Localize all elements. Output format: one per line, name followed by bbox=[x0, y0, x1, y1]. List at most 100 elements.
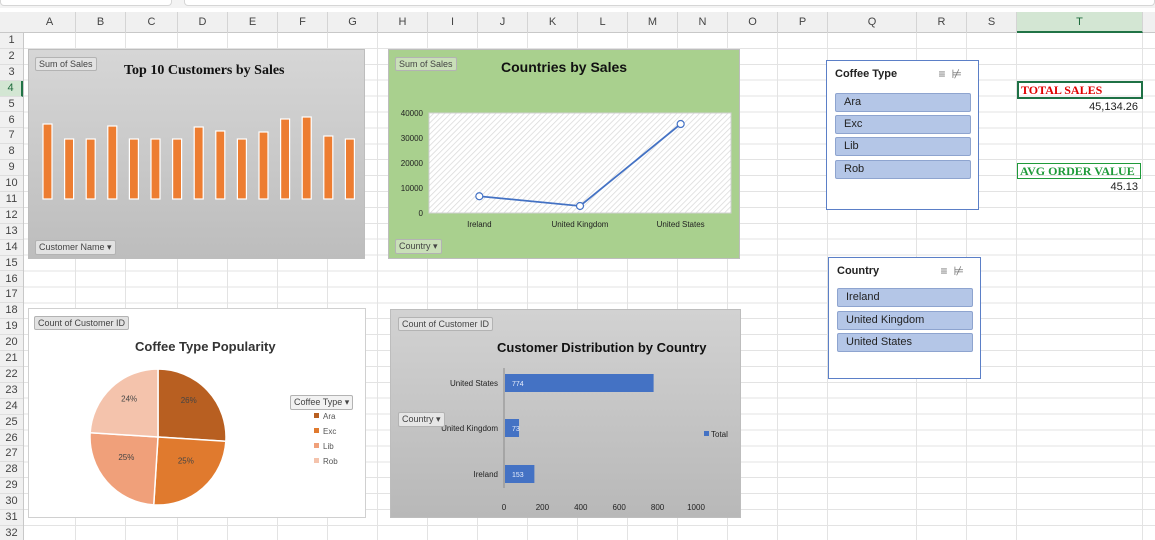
column-header-s[interactable]: S bbox=[967, 12, 1017, 33]
row-header-1[interactable]: 1 bbox=[0, 33, 23, 49]
row-header-5[interactable]: 5 bbox=[0, 97, 23, 113]
row-header-20[interactable]: 20 bbox=[0, 335, 23, 351]
countries-sales-chart[interactable]: 0 10000 20000 30000 40000 Ireland United Kingd… bbox=[388, 49, 740, 259]
row-header-3[interactable]: 3 bbox=[0, 65, 23, 81]
row-header-30[interactable]: 30 bbox=[0, 494, 23, 510]
row-header-29[interactable]: 29 bbox=[0, 478, 23, 495]
count-customer-id-field-button[interactable]: Count of Customer ID bbox=[34, 316, 130, 330]
customer-sales-bar bbox=[215, 130, 226, 200]
row-header-32[interactable]: 32 bbox=[0, 526, 23, 540]
avg-order-value-label[interactable]: AVG ORDER VALUE bbox=[1017, 163, 1141, 179]
column-header-g[interactable]: G bbox=[328, 12, 378, 33]
count-customer-id-field-button[interactable]: Count of Customer ID bbox=[398, 317, 494, 331]
row-header-16[interactable]: 16 bbox=[0, 272, 23, 288]
row-header-2[interactable]: 2 bbox=[0, 49, 23, 65]
row-header-15[interactable]: 15 bbox=[0, 256, 23, 272]
chart-title: Customer Distribution by Country bbox=[497, 340, 707, 355]
y-tick-label: 40000 bbox=[401, 109, 424, 118]
slicer-item-united-kingdom[interactable]: United Kingdom bbox=[837, 311, 973, 330]
slicer-item-ara[interactable]: Ara bbox=[835, 93, 971, 112]
multi-select-icon[interactable]: ≡ bbox=[939, 67, 952, 81]
customer-sales-bar bbox=[150, 138, 161, 200]
field-label: Customer Name bbox=[39, 242, 105, 252]
row-header-13[interactable]: 13 bbox=[0, 224, 23, 240]
row-header-10[interactable]: 10 bbox=[0, 176, 23, 192]
column-header-q[interactable]: Q bbox=[828, 12, 917, 33]
column-header-l[interactable]: L bbox=[578, 12, 628, 33]
row-header-9[interactable]: 9 bbox=[0, 160, 23, 177]
column-header-h[interactable]: H bbox=[378, 12, 428, 33]
country-slicer[interactable]: Country ≡⊭ Ireland United Kingdom United… bbox=[828, 257, 981, 379]
column-header-j[interactable]: J bbox=[478, 12, 528, 33]
column-header-e[interactable]: E bbox=[228, 12, 278, 33]
column-header-f[interactable]: F bbox=[278, 12, 328, 33]
row-header-11[interactable]: 11 bbox=[0, 192, 23, 208]
sales-point bbox=[575, 201, 585, 211]
top-customers-plot bbox=[42, 116, 355, 200]
slicer-item-united-states[interactable]: United States bbox=[837, 333, 973, 352]
column-header-d[interactable]: D bbox=[178, 12, 228, 33]
row-header-17[interactable]: 17 bbox=[0, 287, 23, 304]
customer-name-field-button[interactable]: Customer Name ▾ bbox=[35, 240, 116, 255]
dropdown-icon: ▾ bbox=[433, 241, 438, 251]
clear-filter-icon[interactable]: ⊭ bbox=[952, 67, 968, 81]
slicer-item-exc[interactable]: Exc bbox=[835, 115, 971, 134]
y-tick-label: 30000 bbox=[401, 134, 424, 143]
column-header-r[interactable]: R bbox=[917, 12, 967, 33]
customer-sales-bar bbox=[280, 118, 291, 200]
total-sales-value[interactable]: 45,134.26 bbox=[1017, 101, 1138, 113]
slicer-item-ireland[interactable]: Ireland bbox=[837, 288, 973, 307]
country-field-button[interactable]: Country ▾ bbox=[398, 412, 445, 427]
row-header-8[interactable]: 8 bbox=[0, 144, 23, 161]
row-header-14[interactable]: 14 bbox=[0, 240, 23, 256]
clear-filter-icon[interactable]: ⊭ bbox=[954, 264, 970, 278]
row-header-19[interactable]: 19 bbox=[0, 319, 23, 336]
gridline bbox=[377, 33, 378, 540]
column-header-t[interactable]: T bbox=[1017, 12, 1143, 33]
slicer-item-lib[interactable]: Lib bbox=[835, 137, 971, 156]
row-header-23[interactable]: 23 bbox=[0, 383, 23, 399]
sum-of-sales-field-button[interactable]: Sum of Sales bbox=[35, 57, 97, 71]
row-header-21[interactable]: 21 bbox=[0, 351, 23, 367]
row-header-26[interactable]: 26 bbox=[0, 431, 23, 447]
column-header-n[interactable]: N bbox=[678, 12, 728, 33]
row-header-27[interactable]: 27 bbox=[0, 446, 23, 463]
name-box-edge[interactable] bbox=[0, 0, 172, 6]
column-header-c[interactable]: C bbox=[126, 12, 178, 33]
row-header-6[interactable]: 6 bbox=[0, 113, 23, 129]
column-header-o[interactable]: O bbox=[728, 12, 778, 33]
coffee-type-legend-button[interactable]: Coffee Type ▾ bbox=[290, 395, 354, 410]
row-header-4[interactable]: 4 bbox=[0, 80, 23, 97]
column-header-k[interactable]: K bbox=[528, 12, 578, 33]
row-header-25[interactable]: 25 bbox=[0, 415, 23, 431]
field-label: Country bbox=[399, 241, 431, 251]
customer-distribution-chart[interactable]: United States 774 United Kingdom 73 Ireland 1… bbox=[390, 309, 741, 518]
chart-title: Top 10 Customers by Sales bbox=[124, 63, 285, 78]
top-customers-chart[interactable]: Sum of Sales Top 10 Customers by Sales C… bbox=[28, 49, 365, 259]
legend-swatch bbox=[704, 431, 709, 436]
column-header-p[interactable]: P bbox=[778, 12, 828, 33]
row-header-28[interactable]: 28 bbox=[0, 462, 23, 479]
formula-bar-edge[interactable] bbox=[184, 0, 1155, 6]
total-sales-label[interactable]: TOTAL SALES bbox=[1017, 81, 1143, 99]
country-field-button[interactable]: Country ▾ bbox=[395, 239, 442, 254]
coffee-type-slicer[interactable]: Coffee Type ≡⊭ Ara Exc Lib Rob bbox=[826, 60, 979, 210]
column-header-m[interactable]: M bbox=[628, 12, 678, 33]
row-header-18[interactable]: 18 bbox=[0, 303, 23, 320]
row-header-12[interactable]: 12 bbox=[0, 208, 23, 224]
row-header-7[interactable]: 7 bbox=[0, 128, 23, 145]
row-header-22[interactable]: 22 bbox=[0, 367, 23, 383]
row-header-31[interactable]: 31 bbox=[0, 510, 23, 526]
coffee-type-pie-chart[interactable]: 26% 25% 25% 24% Ara Exc Lib Rob Count of Custom… bbox=[28, 308, 366, 518]
column-header-i[interactable]: I bbox=[428, 12, 478, 33]
column-header-b[interactable]: B bbox=[76, 12, 126, 33]
legend-swatch bbox=[314, 428, 319, 433]
column-header-a[interactable]: A bbox=[24, 12, 76, 33]
customer-sales-bar bbox=[258, 131, 269, 200]
pie-data-label: 25% bbox=[178, 457, 194, 466]
multi-select-icon[interactable]: ≡ bbox=[941, 264, 954, 278]
sum-of-sales-field-button[interactable]: Sum of Sales bbox=[395, 57, 457, 71]
slicer-item-rob[interactable]: Rob bbox=[835, 160, 971, 179]
avg-order-value[interactable]: 45.13 bbox=[1017, 181, 1138, 193]
row-header-24[interactable]: 24 bbox=[0, 399, 23, 415]
